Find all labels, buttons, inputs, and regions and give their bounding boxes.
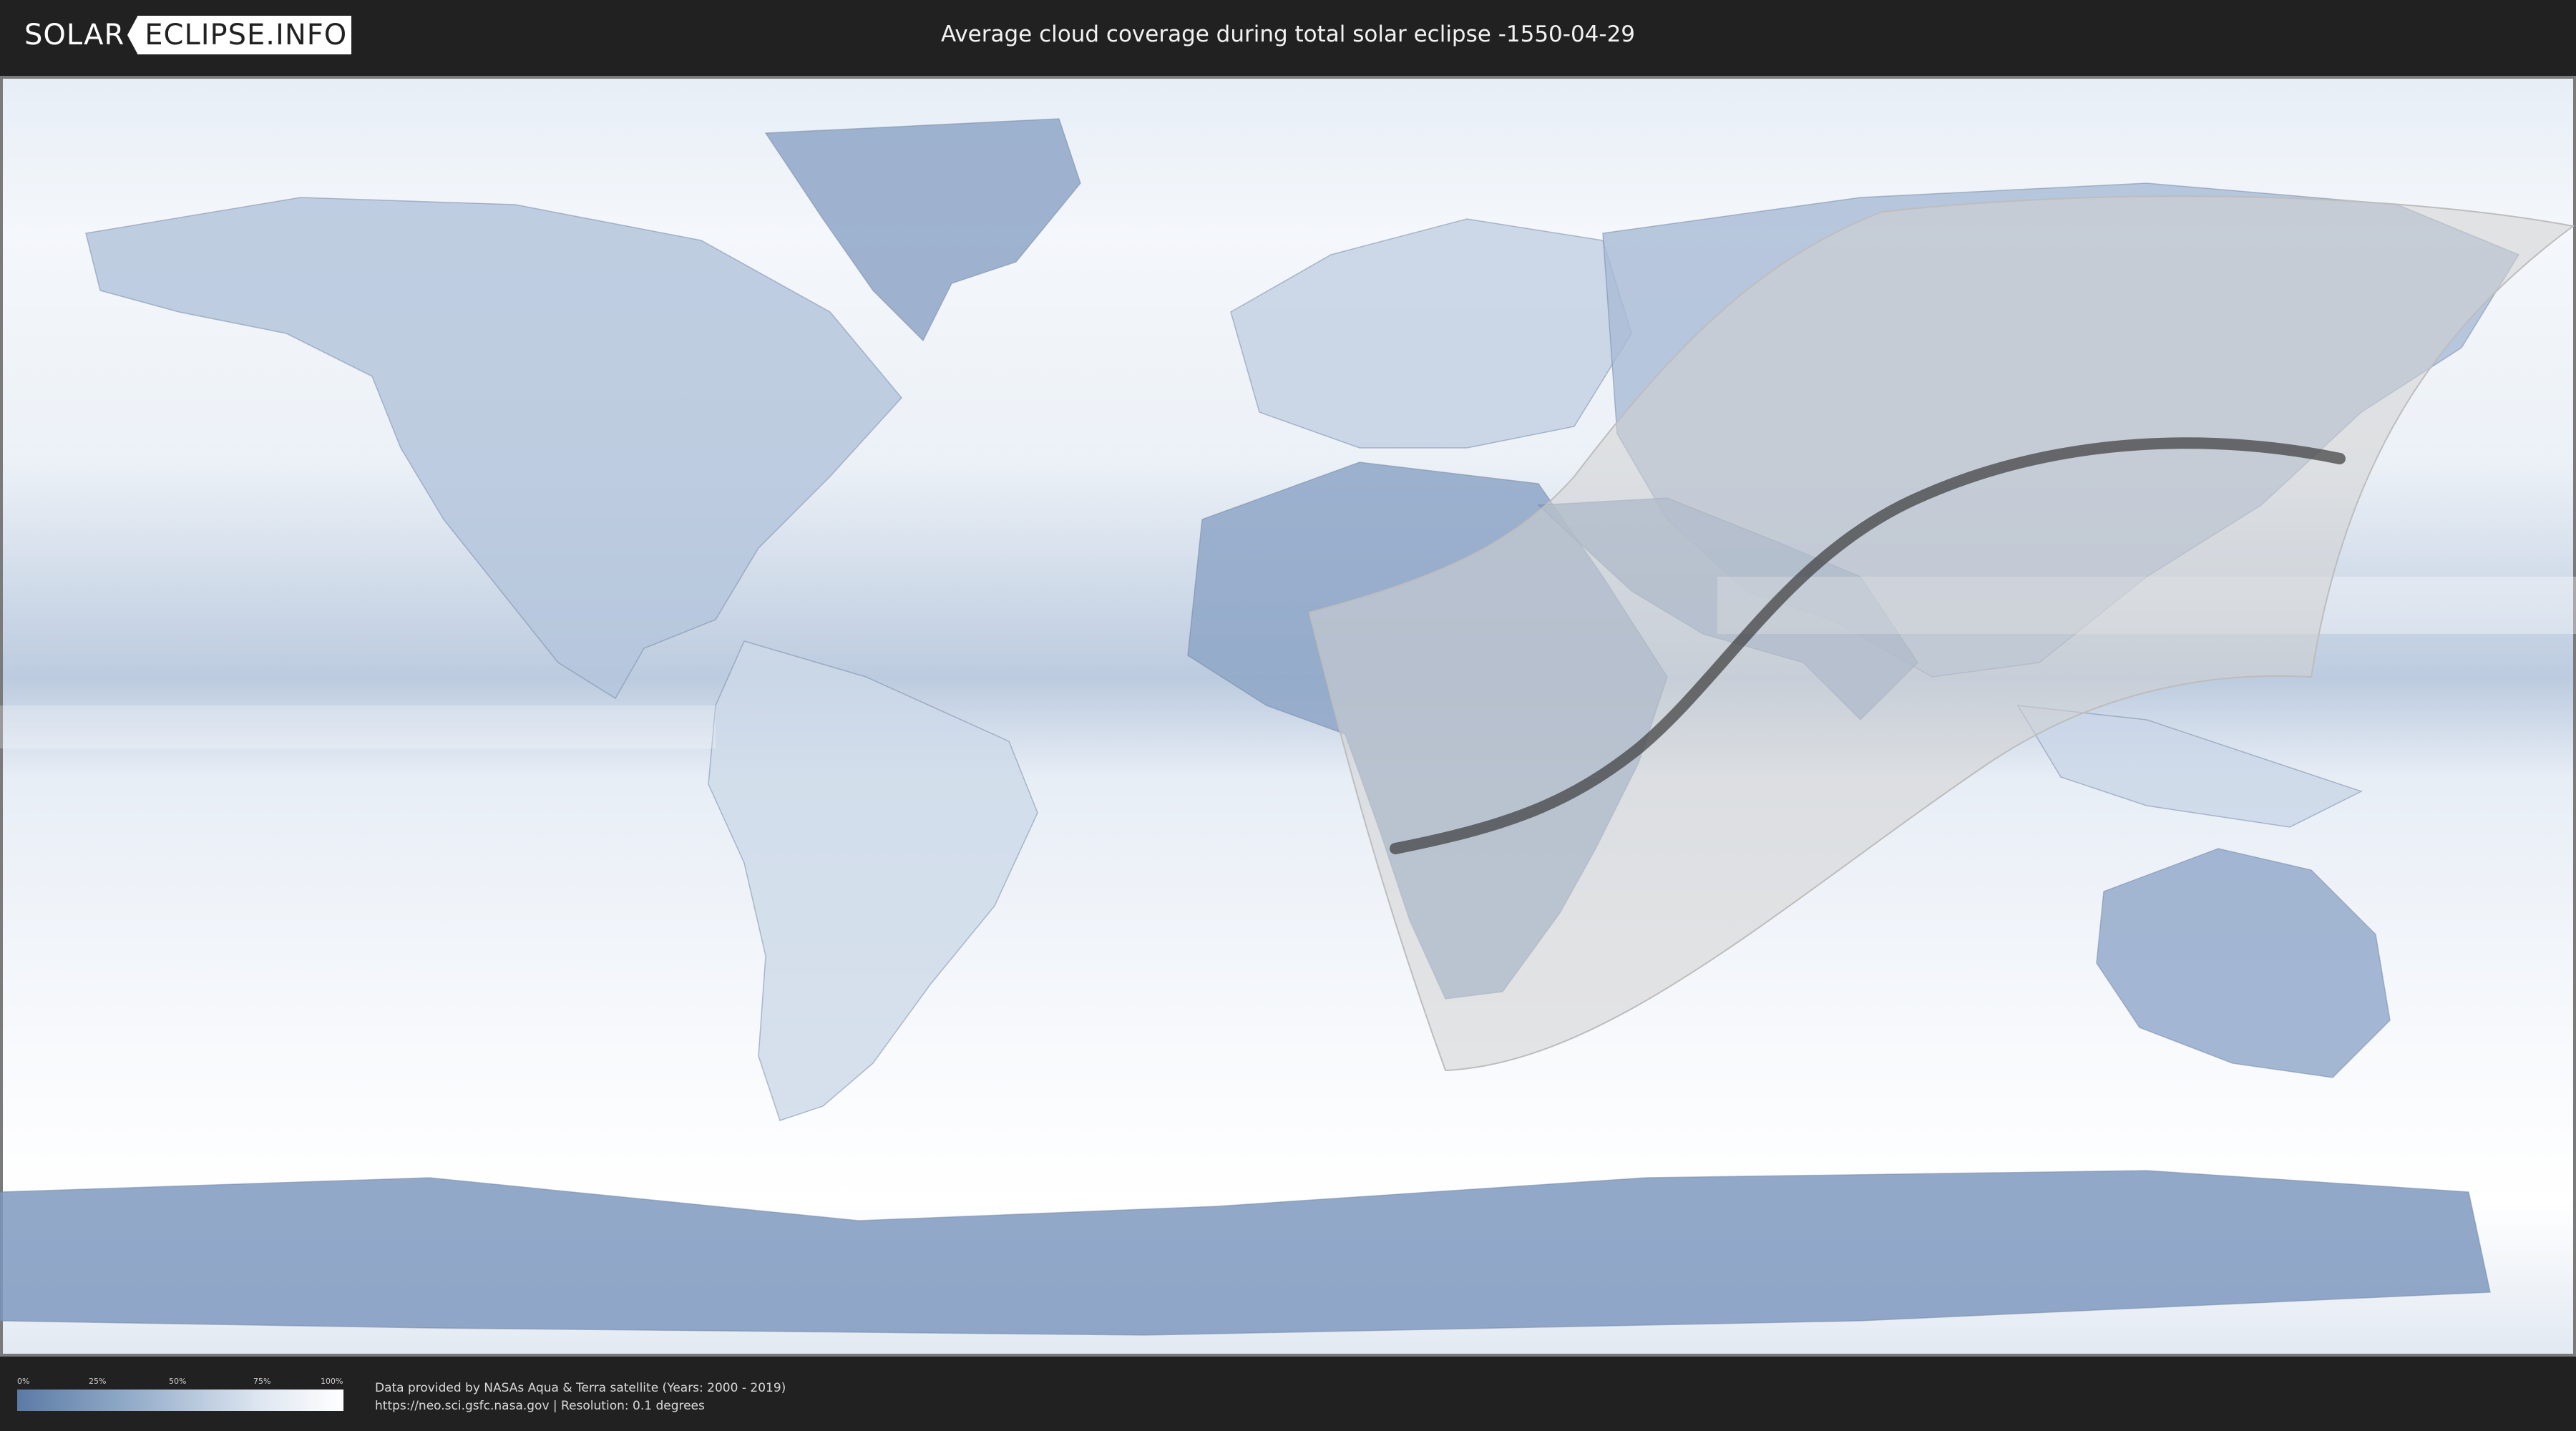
legend-tick-50: 50%: [169, 1377, 187, 1386]
cloud-coverage-map: [0, 79, 2576, 1354]
cloud-coverage-legend: 0% 25% 50% 75% 100%: [17, 1377, 343, 1414]
page-title: Average cloud coverage during total sola…: [940, 21, 1636, 47]
data-source-credits: Data provided by NASAs Aqua & Terra sate…: [375, 1379, 786, 1415]
footer-bar: 0% 25% 50% 75% 100% Data provided by NAS…: [0, 1359, 2576, 1431]
legend-tick-0: 0%: [17, 1377, 30, 1386]
map-frame: [0, 76, 2576, 1357]
source-line-1: Data provided by NASAs Aqua & Terra sate…: [375, 1381, 786, 1395]
legend-tick-25: 25%: [89, 1377, 107, 1386]
legend-gradient-bar: [17, 1390, 343, 1411]
legend-ticks: 0% 25% 50% 75% 100%: [17, 1377, 343, 1388]
header-bar: SOLAR ECLIPSE.INFO Average cloud coverag…: [0, 0, 2576, 72]
legend-tick-100: 100%: [321, 1377, 343, 1386]
legend-tick-75: 75%: [253, 1377, 271, 1386]
source-line-2: https://neo.sci.gsfc.nasa.gov | Resoluti…: [375, 1399, 705, 1413]
